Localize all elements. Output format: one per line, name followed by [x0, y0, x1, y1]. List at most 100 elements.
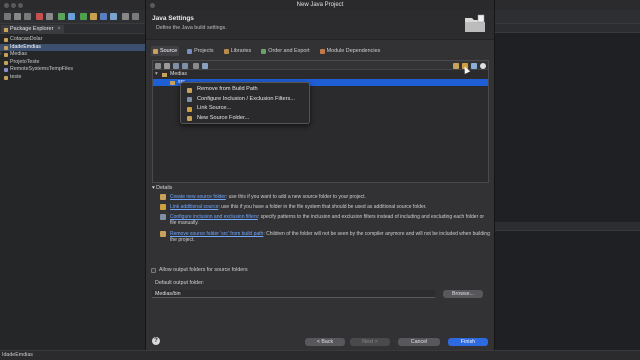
package-item[interactable]: › Medias — [0, 51, 145, 59]
close-window-icon[interactable] — [4, 3, 9, 8]
package-item[interactable]: IdadeEmdias — [0, 43, 145, 51]
detail-text: : use this if you have a folder in the f… — [218, 204, 427, 210]
run-last-icon[interactable] — [80, 13, 87, 20]
new-folder-icon — [160, 194, 166, 200]
close-dialog-icon[interactable] — [150, 2, 155, 8]
configure-filters-link[interactable]: Configure inclusion and exclusion filter… — [170, 214, 258, 220]
projects-icon — [187, 48, 193, 54]
tab-label: Projects — [194, 48, 214, 54]
details-heading[interactable]: ▾ Details — [152, 184, 492, 192]
detail-row: Create new source folder: use this if yo… — [160, 194, 490, 200]
filter-icon — [160, 214, 166, 220]
project-icon — [4, 53, 8, 57]
context-menu: Remove from Build Path Configure Inclusi… — [180, 82, 310, 124]
menu-item-label: Configure Inclusion / Exclusion Filters.… — [197, 95, 295, 102]
tree-toolbar — [153, 61, 488, 70]
menu-item-label: New Source Folder... — [197, 114, 250, 121]
package-item-label: CotacaoDolar — [10, 36, 43, 42]
close-icon[interactable]: × — [57, 25, 60, 34]
package-item-label: IdadeEmdias — [10, 43, 41, 50]
right-panel — [495, 24, 640, 350]
remove-folder-icon — [160, 231, 166, 237]
dialog-titlebar: New Java Project — [146, 0, 494, 10]
module-icon — [319, 48, 325, 54]
package-icon — [4, 27, 8, 32]
chevron-down-icon[interactable]: ▾ — [155, 71, 158, 78]
new-class-icon[interactable] — [110, 13, 117, 20]
project-icon — [162, 72, 167, 77]
details-section: ▾ Details — [152, 184, 492, 192]
chevron-right-icon[interactable]: › — [0, 51, 2, 59]
new-source-folder-icon — [187, 116, 192, 121]
zoom-window-icon[interactable] — [18, 3, 23, 8]
print-icon[interactable] — [24, 13, 31, 20]
remove-source-folder-link[interactable]: Remove source folder 'src' from build pa… — [170, 231, 263, 237]
configure-icon[interactable] — [193, 62, 199, 69]
detail-row: Configure inclusion and exclusion filter… — [160, 214, 490, 226]
project-icon — [4, 75, 8, 80]
cancel-button[interactable]: Cancel — [398, 338, 440, 346]
menu-item-remove-from-build-path[interactable]: Remove from Build Path — [181, 85, 309, 95]
filter-exclusion-icon[interactable] — [182, 62, 188, 69]
create-source-folder-link[interactable]: Create new source folder — [170, 194, 226, 200]
right-panel-tabbar-bottom — [495, 222, 640, 231]
project-icon — [4, 60, 8, 65]
tab-projects[interactable]: Projects — [185, 46, 215, 56]
tab-package-explorer[interactable]: Package Explorer × — [1, 25, 64, 34]
package-item-label: ProjetoTeste — [10, 58, 40, 65]
allow-output-folders-checkbox[interactable] — [151, 268, 156, 273]
tab-bar: Source Projects Libraries Order and Expo… — [151, 46, 382, 56]
new-java-project-icon[interactable] — [90, 13, 97, 20]
tab-order-and-export[interactable]: Order and Export — [259, 46, 311, 56]
menu-item-configure-filters[interactable]: Configure Inclusion / Exclusion Filters.… — [181, 95, 309, 105]
package-item[interactable]: teste — [0, 74, 145, 82]
tab-source[interactable]: Source — [151, 46, 180, 56]
project-icon — [4, 38, 8, 42]
tab-libraries[interactable]: Libraries — [222, 46, 254, 56]
package-item[interactable]: ProjetoTeste — [0, 59, 145, 67]
source-folder-icon — [170, 80, 175, 85]
package-explorer-tabbar: Package Explorer × — [0, 24, 145, 34]
header-subtitle: Define the Java build settings. — [156, 25, 227, 31]
minimize-window-icon[interactable] — [11, 3, 16, 8]
new-icon[interactable] — [4, 13, 11, 20]
save-icon[interactable] — [14, 13, 21, 20]
back-button[interactable]: < Back — [305, 338, 345, 346]
tab-label: Source — [160, 48, 178, 54]
collapse-icon[interactable] — [164, 62, 170, 69]
filter-icon[interactable] — [173, 62, 179, 69]
debug-icon[interactable] — [46, 13, 53, 20]
browse-button[interactable]: Browse... — [443, 290, 483, 298]
stop-icon[interactable] — [36, 13, 43, 20]
filter-icon — [187, 97, 192, 102]
tab-label: Libraries — [230, 48, 252, 54]
menu-item-label: Link Source... — [197, 105, 232, 111]
package-item[interactable]: CotacaoDolar — [0, 36, 145, 44]
next-button[interactable]: Next > — [350, 338, 390, 346]
link-source-icon — [187, 106, 192, 112]
menu-item-new-source-folder[interactable]: New Source Folder... — [181, 114, 309, 124]
menu-item-link-source[interactable]: Link Source... — [181, 104, 309, 114]
package-item[interactable]: RemoteSystemsTempFiles — [0, 66, 145, 74]
default-output-folder-input[interactable]: Medias/bin — [152, 290, 435, 298]
new-package-icon[interactable] — [100, 13, 107, 20]
open-type-icon[interactable] — [132, 13, 139, 20]
link-icon[interactable] — [155, 62, 161, 69]
finish-button[interactable]: Finish — [448, 338, 488, 346]
link-additional-source-link[interactable]: Link additional source — [170, 204, 218, 210]
tree-row-project[interactable]: ▾ Medias — [153, 71, 488, 78]
run-icon[interactable] — [58, 13, 65, 20]
help-button[interactable]: ? — [152, 337, 160, 345]
help-icon[interactable] — [480, 62, 486, 69]
new-source-folder-icon[interactable] — [453, 62, 459, 69]
funnel-icon[interactable] — [202, 62, 208, 69]
search-icon[interactable] — [122, 13, 129, 20]
show-details-icon[interactable] — [471, 62, 477, 69]
libraries-icon — [223, 48, 229, 54]
coverage-icon[interactable] — [68, 13, 75, 20]
remove-icon — [187, 87, 192, 93]
tab-module-dependencies[interactable]: Module Dependencies — [318, 46, 383, 56]
dialog-header: Java Settings Define the Java build sett… — [146, 10, 494, 40]
tab-label: Module Dependencies — [326, 48, 381, 54]
folder-banner-icon — [465, 14, 485, 32]
